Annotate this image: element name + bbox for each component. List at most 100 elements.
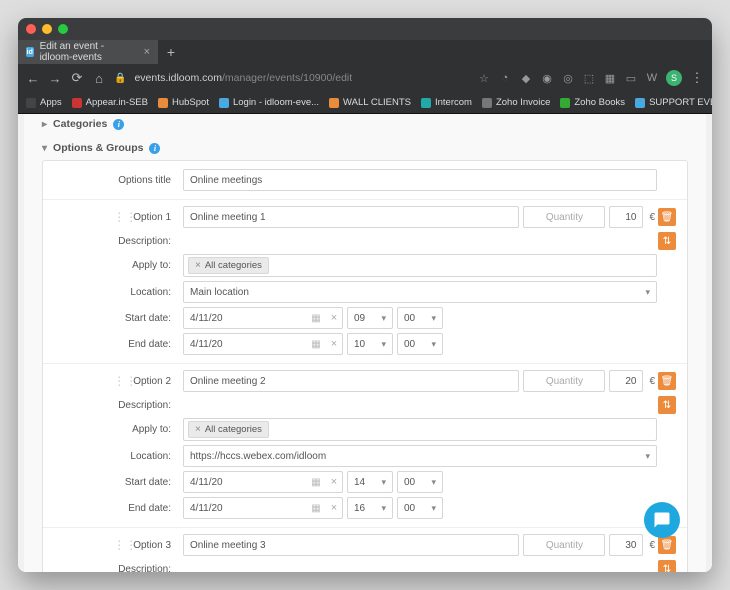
price-input[interactable]: 20 xyxy=(609,370,643,392)
back-button[interactable]: ← xyxy=(26,71,40,86)
option-name-input[interactable]: Online meeting 2 xyxy=(183,370,519,392)
section-categories[interactable]: Categories i xyxy=(42,114,688,136)
option-name-input[interactable]: Online meeting 1 xyxy=(183,206,519,228)
end-date-label: End date: xyxy=(53,503,183,514)
close-tab-icon[interactable]: × xyxy=(144,46,150,58)
apply-to-select[interactable]: All categories xyxy=(183,418,657,441)
info-icon[interactable]: i xyxy=(149,143,160,154)
end-date-input[interactable]: 4/11/20▦× xyxy=(183,333,343,355)
location-label: Location: xyxy=(53,287,183,298)
drag-handle-icon[interactable]: ⋮⋮ xyxy=(113,538,127,552)
start-date-input[interactable]: 4/11/20▦× xyxy=(183,307,343,329)
description-label: Description: xyxy=(53,236,183,247)
ext-icon[interactable]: ◉ xyxy=(541,72,553,85)
address-bar: ← → ⟳ ⌂ 🔒 events.idloom.com/manager/even… xyxy=(18,64,712,92)
bookmark-item[interactable]: Intercom xyxy=(421,97,472,108)
apply-to-label: Apply to: xyxy=(53,424,183,435)
kebab-menu-icon[interactable]: ⋮ xyxy=(690,70,704,86)
forward-button[interactable]: → xyxy=(48,71,62,86)
clear-icon[interactable]: × xyxy=(326,338,342,350)
ext-icon[interactable]: ◔ xyxy=(499,72,511,85)
clear-icon[interactable]: × xyxy=(326,502,342,514)
end-minute-select[interactable]: 00▾ xyxy=(397,333,443,355)
chat-icon xyxy=(653,511,671,529)
drag-handle-icon[interactable]: ⋮⋮ xyxy=(113,210,127,224)
start-hour-select[interactable]: 14▾ xyxy=(347,471,393,493)
section-options[interactable]: Options & Groups i xyxy=(42,136,688,160)
calendar-icon: ▦ xyxy=(306,503,326,514)
location-select[interactable]: https://hccs.webex.com/idloom▾ xyxy=(183,445,657,467)
bookmark-item[interactable]: Zoho Invoice xyxy=(482,97,550,108)
browser-window: id Edit an event - idloom-events × + ← →… xyxy=(18,18,712,572)
intercom-chat-button[interactable] xyxy=(644,502,680,538)
price-input[interactable]: 30 xyxy=(609,534,643,556)
chevron-down-icon xyxy=(42,142,47,154)
option-extra-button[interactable]: ⇅ xyxy=(658,560,676,572)
calendar-icon: ▦ xyxy=(306,477,326,488)
end-minute-select[interactable]: 00▾ xyxy=(397,497,443,519)
ext-icon[interactable]: ⬚ xyxy=(583,72,595,85)
tab-title: Edit an event - idloom-events xyxy=(40,41,138,63)
ext-icon[interactable]: ◎ xyxy=(562,72,574,85)
start-minute-select[interactable]: 00▾ xyxy=(397,307,443,329)
location-label: Location: xyxy=(53,451,183,462)
options-card: Options title Online meetings ⋮⋮ Option … xyxy=(42,160,688,572)
category-tag[interactable]: All categories xyxy=(188,421,269,438)
browser-tab[interactable]: id Edit an event - idloom-events × xyxy=(18,40,158,64)
end-date-input[interactable]: 4/11/20▦× xyxy=(183,497,343,519)
clear-icon[interactable]: × xyxy=(326,312,342,324)
chevron-down-icon: ▾ xyxy=(645,287,650,298)
delete-option-button[interactable]: 🗑 xyxy=(658,372,676,390)
url-field[interactable]: events.idloom.com/manager/events/10900/e… xyxy=(134,72,470,84)
price-input[interactable]: 10 xyxy=(609,206,643,228)
option-extra-button[interactable]: ⇅ xyxy=(658,232,676,250)
option-name-input[interactable]: Online meeting 3 xyxy=(183,534,519,556)
clear-icon[interactable]: × xyxy=(326,476,342,488)
calendar-icon: ▦ xyxy=(306,313,326,324)
minimize-window-icon[interactable] xyxy=(42,24,52,34)
options-title-input[interactable]: Online meetings xyxy=(183,169,657,191)
apply-to-select[interactable]: All categories xyxy=(183,254,657,277)
end-hour-select[interactable]: 10▾ xyxy=(347,333,393,355)
start-hour-select[interactable]: 09▾ xyxy=(347,307,393,329)
bookmark-item[interactable]: HubSpot xyxy=(158,97,209,108)
quantity-input[interactable]: Quantity xyxy=(523,534,605,556)
start-minute-select[interactable]: 00▾ xyxy=(397,471,443,493)
quantity-input[interactable]: Quantity xyxy=(523,206,605,228)
option-extra-button[interactable]: ⇅ xyxy=(658,396,676,414)
favicon-icon: id xyxy=(26,47,34,57)
bookmark-item[interactable]: WALL CLIENTS xyxy=(329,97,411,108)
lock-icon: 🔒 xyxy=(114,73,126,84)
bookmark-item[interactable]: SUPPORT EVENTS... xyxy=(635,97,712,108)
description-label: Description: xyxy=(53,400,183,411)
drag-handle-icon[interactable]: ⋮⋮ xyxy=(113,374,127,388)
ext-icon[interactable]: ▦ xyxy=(604,72,616,85)
ext-icon[interactable]: ◆ xyxy=(520,72,532,85)
reload-button[interactable]: ⟳ xyxy=(70,70,84,86)
location-select[interactable]: Main location▾ xyxy=(183,281,657,303)
bookmark-item[interactable]: Login - idloom-eve... xyxy=(219,97,319,108)
profile-avatar[interactable]: S xyxy=(666,70,682,86)
delete-option-button[interactable]: 🗑 xyxy=(658,208,676,226)
star-icon[interactable]: ☆ xyxy=(478,72,490,85)
new-tab-button[interactable]: + xyxy=(158,40,184,64)
start-date-input[interactable]: 4/11/20▦× xyxy=(183,471,343,493)
apps-button[interactable]: Apps xyxy=(26,97,62,108)
maximize-window-icon[interactable] xyxy=(58,24,68,34)
end-hour-select[interactable]: 16▾ xyxy=(347,497,393,519)
description-label: Description: xyxy=(53,564,183,573)
quantity-input[interactable]: Quantity xyxy=(523,370,605,392)
ext-icon[interactable]: ▭ xyxy=(625,72,637,85)
start-date-label: Start date: xyxy=(53,477,183,488)
end-date-label: End date: xyxy=(53,339,183,350)
delete-option-button[interactable]: 🗑 xyxy=(658,536,676,554)
bookmark-item[interactable]: Zoho Books xyxy=(560,97,625,108)
home-button[interactable]: ⌂ xyxy=(92,71,106,86)
option-label: Option 3 xyxy=(133,540,171,551)
bookmark-item[interactable]: Appear.in-SEB xyxy=(72,97,148,108)
category-tag[interactable]: All categories xyxy=(188,257,269,274)
ext-icon[interactable]: W xyxy=(646,72,658,85)
info-icon[interactable]: i xyxy=(113,119,124,130)
option-label: Option 1 xyxy=(133,212,171,223)
close-window-icon[interactable] xyxy=(26,24,36,34)
